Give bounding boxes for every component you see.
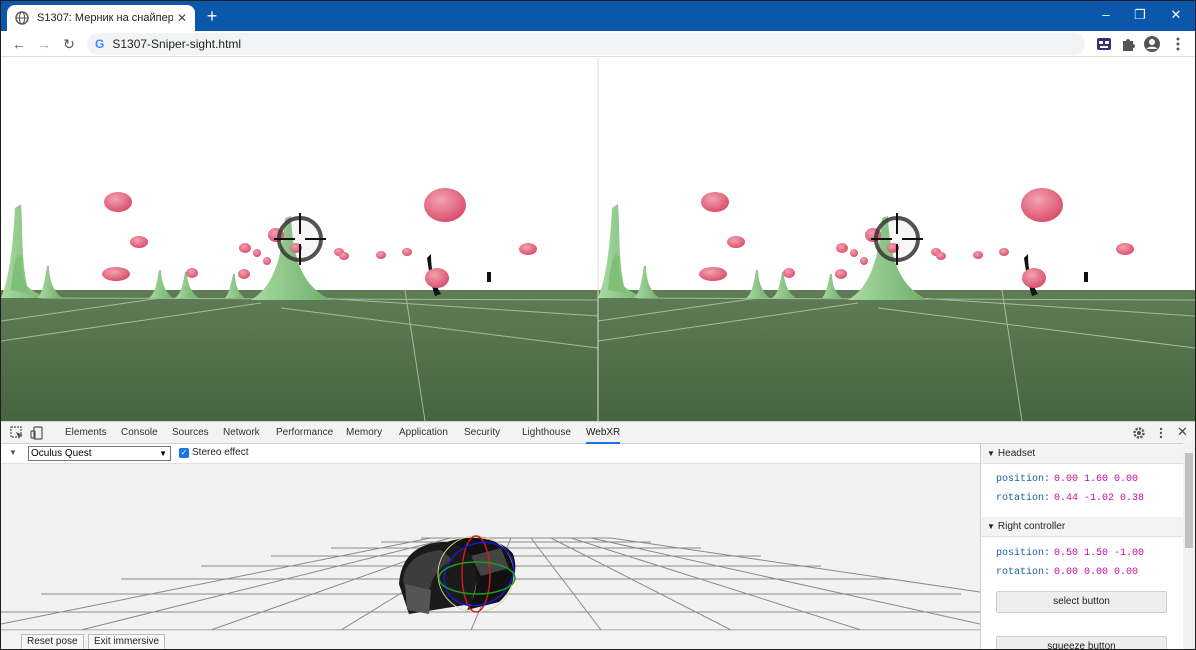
maximize-button[interactable]: ❐ <box>1123 1 1157 31</box>
devtools-menu-icon[interactable] <box>1154 426 1168 440</box>
devtools-tab-bar: Elements Console Sources Network Performance… <box>1 422 1195 444</box>
scrollbar-thumb[interactable] <box>1185 453 1193 548</box>
select-button[interactable]: select button <box>996 591 1167 613</box>
headset-position-label: position: <box>996 474 1051 485</box>
url-text: S1307-Sniper-sight.html <box>112 37 242 51</box>
expand-arrow-icon: ▼ <box>987 522 995 531</box>
headset-position-row: position: 0.00 1.60 0.00 <box>996 474 1138 485</box>
tab-close-icon[interactable]: ✕ <box>177 11 187 25</box>
profile-icon[interactable] <box>1143 35 1161 53</box>
back-button[interactable]: ← <box>9 34 29 54</box>
headset-section-header[interactable]: ▼ Headset <box>981 444 1183 464</box>
close-window-button[interactable]: ✕ <box>1159 1 1193 31</box>
collapse-arrow-icon[interactable]: ▼ <box>9 448 17 457</box>
headset-rotation-row: rotation: 0.44 -1.02 0.38 <box>996 493 1144 504</box>
tab-console[interactable]: Console <box>121 422 158 444</box>
device-toolbar-icon[interactable] <box>30 426 44 440</box>
devtools-panel: Elements Console Sources Network Performance… <box>1 421 1195 649</box>
controller-position-label: position: <box>996 548 1051 559</box>
device-select[interactable]: Oculus Quest ▼ <box>28 446 171 461</box>
devtools-close-icon[interactable]: ✕ <box>1177 424 1188 440</box>
headset-3d-model <box>399 538 516 614</box>
exit-immersive-button[interactable]: Exit immersive <box>88 634 166 649</box>
left-eye-view <box>1 58 600 421</box>
controller-rotation-value[interactable]: 0.00 0.00 0.00 <box>1054 567 1138 578</box>
controller-rotation-label: rotation: <box>996 567 1051 578</box>
minimize-button[interactable]: – <box>1089 1 1123 31</box>
tab-application[interactable]: Application <box>399 422 448 444</box>
tab-network[interactable]: Network <box>223 422 260 444</box>
kebab-menu-icon[interactable] <box>1169 35 1187 53</box>
google-icon: G <box>95 37 105 51</box>
chevron-down-icon: ▼ <box>159 449 167 458</box>
tab-elements[interactable]: Elements <box>65 422 107 444</box>
headset-rotation-value[interactable]: 0.44 -1.02 0.38 <box>1054 493 1144 504</box>
tab-memory[interactable]: Memory <box>346 422 382 444</box>
checkbox-checked-icon[interactable]: ✓ <box>179 447 189 458</box>
browser-tab[interactable]: S1307: Мерник на снайпер ✕ <box>7 5 195 31</box>
pose-buttons-bar: Reset pose Exit immersive <box>1 630 980 649</box>
tab-performance[interactable]: Performance <box>276 422 333 444</box>
device-3d-viewport[interactable] <box>1 464 980 630</box>
browser-window: S1307: Мерник на снайпер ✕ + – ❐ ✕ ← → ↻… <box>0 0 1196 650</box>
forward-button[interactable]: → <box>34 34 54 54</box>
webxr-device-panel: ▼ Oculus Quest ▼ ✓ Stereo effect Reset p… <box>1 444 980 649</box>
headset-title: Headset <box>997 448 1036 459</box>
device-3d-scene <box>1 535 980 630</box>
tab-security[interactable]: Security <box>464 422 500 444</box>
expand-arrow-icon: ▼ <box>987 449 995 458</box>
webxr-extension-icon[interactable] <box>1095 35 1113 53</box>
device-select-value: Oculus Quest <box>31 448 92 459</box>
reset-pose-button[interactable]: Reset pose <box>21 634 84 649</box>
device-properties-panel: ▼ Headset position: 0.00 1.60 0.00 rotatio… <box>980 444 1195 649</box>
tab-title: S1307: Мерник на снайпер <box>37 12 173 24</box>
reload-button[interactable]: ↻ <box>59 34 79 54</box>
stereo-scene <box>1 58 1195 421</box>
title-bar: S1307: Мерник на снайпер ✕ + – ❐ ✕ <box>1 1 1195 31</box>
new-tab-button[interactable]: + <box>202 6 222 26</box>
right-eye-view <box>596 58 1195 421</box>
inspect-element-icon[interactable] <box>10 426 24 440</box>
controller-rotation-row: rotation: 0.00 0.00 0.00 <box>996 567 1138 578</box>
right-controller-title: Right controller <box>997 521 1066 532</box>
properties-scrollbar[interactable] <box>1183 443 1195 649</box>
webxr-device-bar: ▼ Oculus Quest ▼ ✓ Stereo effect <box>1 444 980 464</box>
stereo-effect-checkbox[interactable]: ✓ Stereo effect <box>179 447 249 458</box>
settings-gear-icon[interactable] <box>1132 426 1146 440</box>
controller-position-row: position: 0.50 1.50 -1.00 <box>996 548 1144 559</box>
webxr-stereo-canvas[interactable] <box>1 58 1195 421</box>
headset-position-value[interactable]: 0.00 1.60 0.00 <box>1054 474 1138 485</box>
tab-webxr[interactable]: WebXR <box>586 422 621 444</box>
address-toolbar: ← → ↻ G S1307-Sniper-sight.html <box>1 31 1195 57</box>
headset-rotation-label: rotation: <box>996 493 1051 504</box>
puzzle-extensions-icon[interactable] <box>1119 35 1137 53</box>
tab-sources[interactable]: Sources <box>172 422 209 444</box>
right-controller-section-header[interactable]: ▼ Right controller <box>981 517 1183 537</box>
stereo-effect-label: Stereo effect <box>192 447 249 458</box>
controller-position-value[interactable]: 0.50 1.50 -1.00 <box>1054 548 1144 559</box>
squeeze-button[interactable]: squeeze button <box>996 636 1167 649</box>
tab-lighthouse[interactable]: Lighthouse <box>522 422 571 444</box>
address-bar[interactable]: G S1307-Sniper-sight.html <box>87 33 1085 55</box>
globe-icon <box>15 11 29 25</box>
